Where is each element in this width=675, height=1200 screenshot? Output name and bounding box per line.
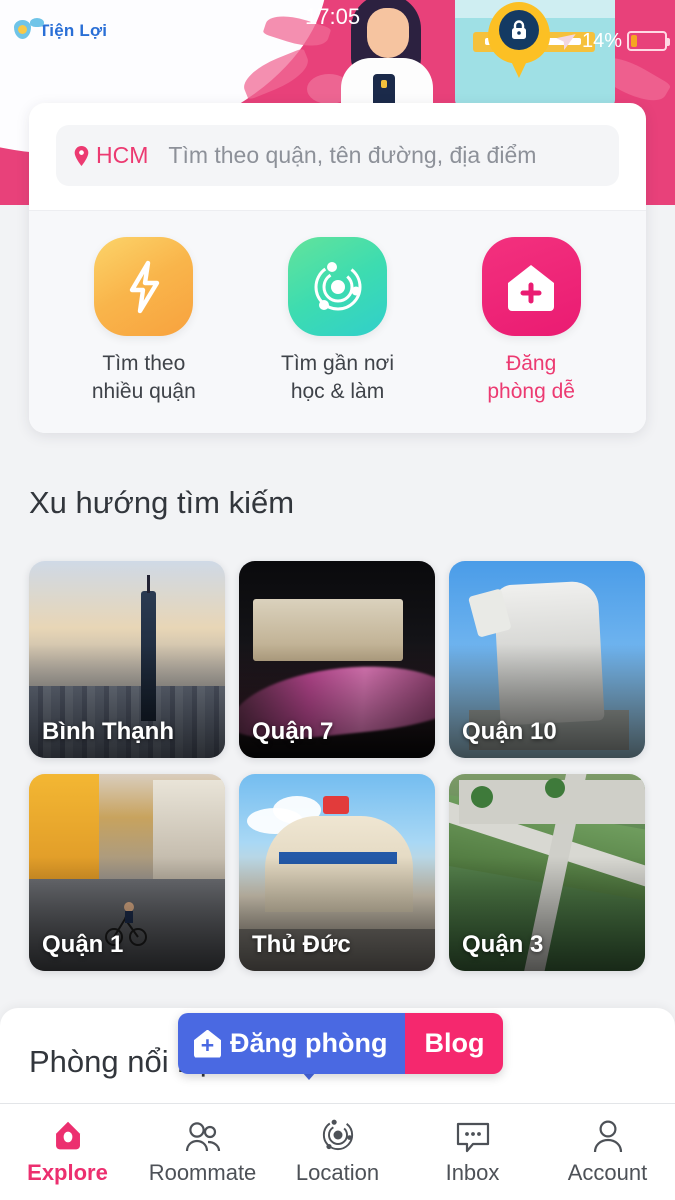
radar-orbit-icon [288,237,387,336]
quick-action-label-line1: Đăng [506,352,557,375]
tab-label: Inbox [445,1159,500,1185]
tab-label: Explore [27,1159,108,1185]
tile-label: Bình Thạnh [42,718,174,745]
quick-action-label: Đăng phòng dễ [487,350,575,405]
lock-pin-icon [487,2,550,80]
quick-action-multi-district[interactable]: Tìm theo nhiều quận [47,237,241,405]
battery-percent-label: 14% [581,29,622,52]
people-icon [184,1119,222,1153]
quick-actions-row: Tìm theo nhiều quận Tìm gần nơi học & là… [29,210,646,434]
battery-low-icon [627,31,670,51]
location-chip-label: HCM [96,142,149,168]
lock-icon [511,20,526,39]
tab-roommate[interactable]: Roommate [135,1119,270,1186]
trending-section-title: Xu hướng tìm kiếm [29,485,295,520]
map-pin-icon [74,145,89,166]
trending-tile[interactable]: Quận 7 [239,561,435,758]
tab-label: Location [295,1159,380,1185]
trending-grid: Bình Thạnh Quận 7 Quận 10 Quận 1 Thủ Đức… [29,561,646,971]
trending-tile[interactable]: Quận 10 [449,561,645,758]
tile-label: Quận 3 [462,931,544,958]
quick-action-label-line2: học & làm [290,379,385,403]
brand-logo: Tiện Lợi [14,18,108,42]
status-bar-right: 14% [487,2,670,80]
tile-label: Quận 10 [462,718,557,745]
blog-button[interactable]: Blog [405,1013,504,1074]
brand-shield-top-icon [30,18,44,27]
floating-action-pill: Đăng phòng Blog [178,1013,504,1074]
blog-label: Blog [424,1028,485,1058]
quick-action-label-line2: nhiều quận [91,379,196,403]
quick-action-label: Tìm theo nhiều quận [92,350,196,405]
tab-label: Account [567,1159,648,1185]
tab-location[interactable]: Location [270,1119,405,1186]
post-room-button[interactable]: Đăng phòng [178,1013,406,1074]
home-pin-icon [51,1119,85,1153]
search-card: HCM Tìm theo quận, tên đường, địa điểm T… [29,103,646,434]
quick-action-post-room[interactable]: Đăng phòng dễ [434,237,628,405]
trending-tile[interactable]: Quận 1 [29,774,225,971]
tab-account[interactable]: Account [540,1119,675,1186]
tab-label: Roommate [148,1159,257,1185]
search-bar[interactable]: HCM Tìm theo quận, tên đường, địa điểm [56,125,619,186]
status-clock: 17:05 [305,4,361,29]
trending-tile[interactable]: Quận 3 [449,774,645,971]
brand-name: Tiện Lợi [39,21,108,40]
app-screen: Tiện Lợi 17:05 14% HCM Tìm theo quận, tê… [0,0,675,1200]
tab-inbox[interactable]: Inbox [405,1119,540,1186]
tab-explore[interactable]: Explore [0,1119,135,1186]
quick-action-label-line1: Tìm gần nơi [281,352,394,375]
house-plus-icon [194,1029,221,1058]
brand-shield-icon [14,20,31,39]
chat-bubble-icon [455,1119,491,1153]
search-input[interactable]: Tìm theo quận, tên đường, địa điểm [168,142,536,169]
navigation-arrow-icon [556,34,576,51]
person-icon [592,1119,624,1153]
lightning-bolt-icon [94,237,194,336]
bottom-navigation-bar: Explore Roommate Location Inbox Account [0,1103,675,1200]
trending-tile[interactable]: Bình Thạnh [29,561,225,758]
post-room-label: Đăng phòng [230,1028,388,1058]
quick-action-label-line2: phòng dễ [487,379,575,403]
quick-action-label-line1: Tìm theo [102,352,186,375]
radar-orbit-icon [320,1119,356,1153]
quick-action-label: Tìm gần nơi học & làm [281,350,394,405]
search-row: HCM Tìm theo quận, tên đường, địa điểm [29,103,646,210]
quick-action-near-school-work[interactable]: Tìm gần nơi học & làm [241,237,435,405]
location-chip[interactable]: HCM [74,142,168,169]
tile-label: Quận 1 [42,931,124,958]
tile-label: Thủ Đức [252,931,351,958]
house-plus-icon [481,237,581,336]
trending-tile[interactable]: Thủ Đức [239,774,435,971]
tile-label: Quận 7 [252,718,334,745]
